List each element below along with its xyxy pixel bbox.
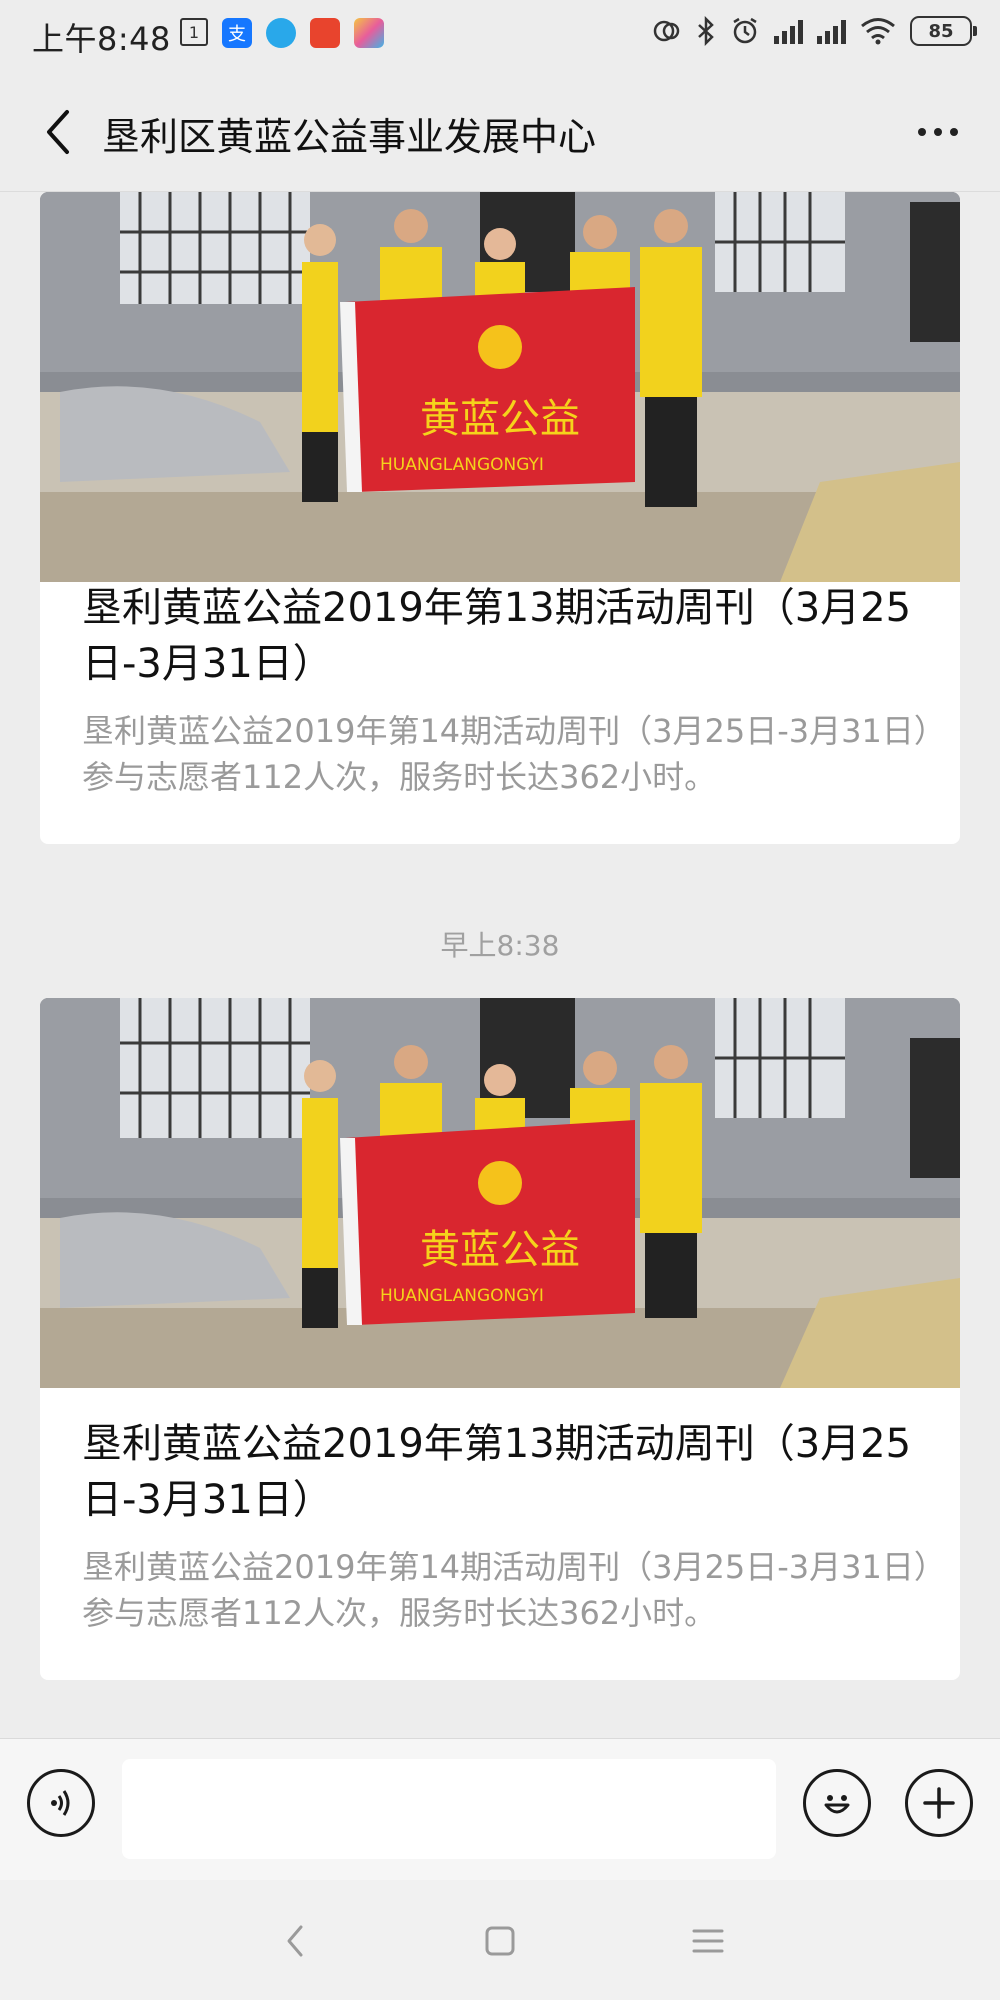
article-description: 垦利黄蓝公益2019年第14期活动周刊（3月25日-3月31日）参与志愿者112… — [82, 712, 930, 796]
back-chevron-icon — [47, 110, 69, 154]
more-dot — [918, 128, 926, 136]
article-title: 垦利黄蓝公益2019年第13期活动周刊（3月25日-3月31日） — [82, 1421, 912, 1523]
message-input[interactable] — [122, 1759, 776, 1859]
bluetooth-icon — [698, 16, 714, 46]
article-card[interactable]: 黄蓝公益 HUANGLANGONGYI 垦利黄蓝公益2019年第13期活动周刊（… — [40, 998, 960, 1680]
page-title: 垦利区黄蓝公益事业发展中心 — [102, 115, 597, 159]
system-menu-icon — [692, 1929, 724, 1953]
chat-input-bar — [0, 1738, 1000, 1880]
article-cover-image: 黄蓝公益 HUANGLANGONGYI — [40, 998, 960, 1388]
game-app-icon — [354, 18, 384, 48]
more-dot — [950, 128, 958, 136]
back-button[interactable] — [28, 102, 88, 162]
system-navigation-bar — [0, 1880, 1000, 2000]
banner-subtext: HUANGLANGONGYI — [380, 1286, 544, 1306]
battery-indicator: 85 — [910, 16, 977, 46]
article-title: 垦利黄蓝公益2019年第13期活动周刊（3月25日-3月31日） — [82, 585, 912, 687]
more-button[interactable] — [906, 102, 970, 162]
notification-icons: 1 支 — [180, 18, 384, 48]
alarm-icon — [733, 17, 757, 44]
voice-button[interactable] — [27, 1769, 95, 1837]
article-cover-image: 黄蓝公益 HUANGLANGONGYI — [40, 192, 960, 582]
system-back-button[interactable] — [270, 1916, 320, 1966]
status-time: 上午8:48 — [32, 20, 171, 58]
article-description: 垦利黄蓝公益2019年第14期活动周刊（3月25日-3月31日）参与志愿者112… — [82, 1548, 930, 1632]
alipay-icon: 支 — [222, 18, 252, 48]
system-menu-button[interactable] — [683, 1916, 733, 1966]
system-home-icon — [485, 1926, 515, 1956]
status-bar: 上午8:48 1 支 85 — [0, 0, 1000, 72]
message-timestamp: 早上8:38 — [440, 929, 560, 962]
more-dot — [934, 128, 942, 136]
system-back-icon — [287, 1925, 303, 1957]
banner-text: 黄蓝公益 — [420, 396, 580, 442]
article-card[interactable]: 黄蓝公益 HUANGLANGONGYI 垦利黄蓝公益2019年第13期活动周刊（… — [40, 192, 960, 844]
plus-icon — [923, 1787, 955, 1819]
banner-text: 黄蓝公益 — [420, 1227, 580, 1273]
emoji-icon — [824, 1795, 850, 1814]
nav-bar: 垦利区黄蓝公益事业发展中心 — [0, 72, 1000, 192]
banner-subtext: HUANGLANGONGYI — [380, 455, 544, 475]
signal-2-icon — [817, 18, 846, 44]
emoji-button[interactable] — [803, 1769, 871, 1837]
status-right: 85 — [652, 16, 977, 46]
voice-icon — [51, 1790, 70, 1816]
wifi-icon — [861, 18, 895, 45]
system-home-button[interactable] — [475, 1916, 525, 1966]
signal-1-icon — [774, 18, 803, 44]
plus-button[interactable] — [905, 1769, 973, 1837]
bird-app-icon — [266, 18, 296, 48]
nfc-icon — [653, 20, 680, 42]
calendar-icon: 1 — [180, 18, 208, 46]
red-app-icon — [310, 18, 340, 48]
